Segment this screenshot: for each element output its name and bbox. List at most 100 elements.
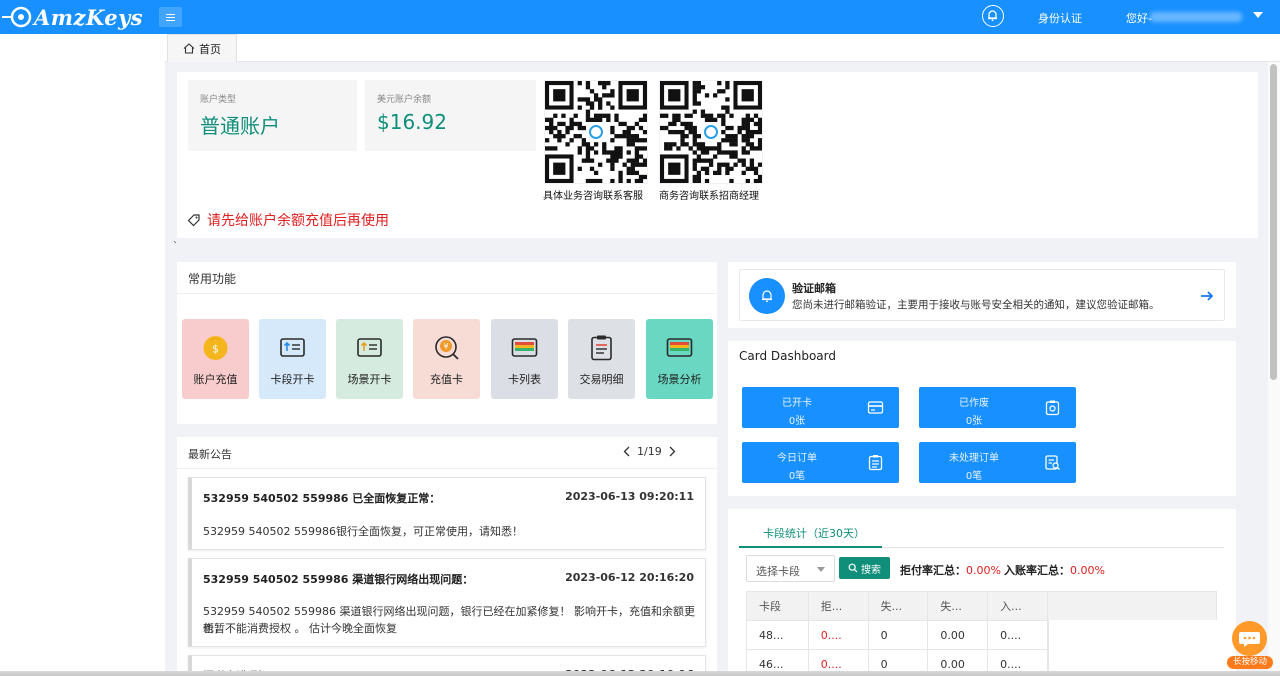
announcements-title: 最新公告 (188, 448, 232, 461)
func-scene-open-card[interactable]: 场景开卡 (336, 319, 403, 399)
refuse-rate-value: 0.00% (966, 564, 1001, 577)
card-dashboard: Card Dashboard 已开卡 0张 已作废 0张 今日订单 0笔 未处理… (728, 341, 1236, 496)
table-header-cell[interactable]: 卡段 (746, 591, 809, 621)
announcement-title: 532959 540502 559986 已全面恢复正常： (203, 492, 441, 505)
verify-email-notice[interactable]: 验证邮箱 您尚未进行邮箱验证，主要用于接收与账号安全相关的通知，建议您验证邮箱。 (739, 269, 1225, 321)
customer-service-qr-code (544, 80, 648, 184)
menu-toggle-button[interactable] (159, 7, 182, 27)
arrow-right-icon[interactable] (1199, 288, 1215, 304)
user-greeting[interactable]: 您好- (1126, 10, 1152, 26)
svg-text:¥: ¥ (443, 342, 448, 351)
announcement-date: 2023-06-13 09:20:11 (565, 490, 694, 503)
bin-stats-card: 卡段统计（近30天） 选择卡段 搜索 拒付率汇总：0.00% 入账率汇总：0.0… (728, 509, 1236, 676)
chat-drag-hint: 长按移动 (1227, 656, 1273, 669)
yuan-recharge-icon: ¥ (435, 336, 459, 360)
func-label: 场景分析 (657, 373, 702, 386)
dash-tile-value: 0笔 (788, 471, 806, 482)
func-label: 卡段开卡 (270, 373, 315, 386)
dash-tile-label: 今日订单 (777, 453, 817, 464)
card-upload-icon (357, 338, 382, 357)
home-icon (183, 43, 195, 54)
dash-tile-value: 0笔 (965, 471, 983, 482)
scrollbar-thumb[interactable] (1270, 64, 1277, 380)
verify-email-description: 您尚未进行邮箱验证，主要用于接收与账号安全相关的通知，建议您验证邮箱。 (792, 299, 1160, 311)
func-transaction-details[interactable]: 交易明细 (568, 319, 635, 399)
func-label: 交易明细 (579, 373, 624, 386)
bin-select[interactable]: 选择卡段 (746, 555, 835, 582)
func-bin-open-card[interactable]: 卡段开卡 (259, 319, 326, 399)
table-empty-area (1048, 620, 1217, 676)
dash-tile-pending-orders[interactable]: 未处理订单 0笔 (919, 442, 1076, 483)
dash-tile-void-cards[interactable]: 已作废 0张 (919, 387, 1076, 428)
clipboard-icon (591, 335, 612, 361)
func-label: 场景开卡 (347, 373, 392, 386)
table-header-cell[interactable]: 入... (987, 591, 1048, 621)
order-list-icon (868, 455, 883, 471)
logo[interactable]: AmzKeys (0, 2, 160, 32)
announcement-item[interactable]: 532959 540502 559986 渠道银行网络出现问题： 2023-06… (188, 558, 706, 647)
tag-icon (187, 214, 200, 227)
tab-home[interactable]: 首页 (167, 34, 237, 62)
notification-bell-icon[interactable] (982, 5, 1004, 27)
search-icon (848, 563, 858, 573)
chevron-right-icon[interactable] (669, 446, 676, 457)
table-row[interactable]: 48... 0.... 0 0.00 0.... (746, 620, 1048, 650)
wallet-icon (666, 338, 693, 357)
recharge-warning: 请先给账户余额充值后再使用 (187, 210, 389, 230)
search-button[interactable]: 搜索 (839, 557, 890, 579)
announcement-item[interactable]: 532959 540502 559986 已全面恢复正常： 2023-06-13… (188, 477, 706, 550)
announcement-body: 532959 540502 559986银行全面恢复，可正常使用，请知悉！ (203, 525, 523, 538)
dash-tile-label: 已开卡 (782, 398, 812, 409)
income-rate-label: 入账率汇总： (1004, 564, 1070, 577)
money-bag-icon: $ (203, 336, 228, 360)
bin-select-placeholder: 选择卡段 (756, 565, 800, 578)
verify-email-card: 验证邮箱 您尚未进行邮箱验证，主要用于接收与账号安全相关的通知，建议您验证邮箱。 (728, 262, 1236, 328)
window-bottom-edge (0, 671, 1280, 676)
table-header-cell[interactable]: 拒... (807, 591, 869, 621)
refuse-rate-label: 拒付率汇总： (900, 564, 966, 577)
income-rate-value: 0.00% (1070, 564, 1105, 577)
dash-tile-label: 未处理订单 (949, 453, 999, 464)
announcement-pager: 1/19 (623, 445, 676, 458)
income-rate-summary: 入账率汇总：0.00% (1004, 562, 1105, 578)
func-recharge-card[interactable]: ¥ 充值卡 (413, 319, 480, 399)
account-info-card: 账户类型 普通账户 美元账户余额 $16.92 具体业务咨询联系客服 商务咨询联… (177, 72, 1258, 238)
verify-email-title: 验证邮箱 (792, 282, 836, 295)
account-type-box: 账户类型 普通账户 (188, 80, 357, 151)
dash-tile-value: 0张 (965, 416, 983, 427)
table-header-cell[interactable]: 失... (927, 591, 989, 621)
tab-bin-stats[interactable]: 卡段统计（近30天） (763, 525, 865, 541)
balance-label: 美元账户余额 (377, 95, 432, 105)
dash-tile-label: 已作废 (959, 398, 989, 409)
func-scene-analysis[interactable]: 场景分析 (646, 319, 713, 399)
floating-chat-widget[interactable]: 长按移动 (1227, 619, 1273, 671)
common-functions-title: 常用功能 (188, 272, 237, 286)
email-bell-icon (749, 278, 785, 314)
balance-box: 美元账户余额 $16.92 (365, 80, 536, 151)
wallet-icon (511, 338, 538, 357)
business-manager-qr-caption: 商务咨询联系招商经理 (659, 191, 759, 202)
func-card-list[interactable]: 卡列表 (491, 319, 558, 399)
business-manager-qr-code (659, 80, 763, 184)
table-cell: 48... (746, 620, 809, 650)
table-header-cell[interactable]: 失... (867, 591, 929, 621)
identity-auth-link[interactable]: 身份认证 (1038, 10, 1082, 26)
chevron-left-icon[interactable] (623, 446, 630, 457)
search-button-label: 搜索 (861, 564, 881, 576)
card-dashboard-title: Card Dashboard (739, 349, 836, 363)
announcement-date: 2023-06-12 20:16:20 (565, 571, 694, 584)
dash-tile-opened-cards[interactable]: 已开卡 0张 (742, 387, 899, 428)
top-bar: AmzKeys 身份认证 您好- (0, 0, 1280, 34)
func-account-recharge[interactable]: $ 账户充值 (182, 319, 249, 399)
logo-mark-icon (2, 6, 32, 28)
user-name-redacted (1150, 12, 1242, 22)
stray-mark: ` (173, 241, 178, 252)
order-search-icon (1045, 455, 1060, 470)
bin-stats-table: 卡段 拒... 失... 失... 入... 48... 0.... 0 0.0… (746, 591, 1048, 676)
chat-bubble-icon (1232, 621, 1267, 656)
dash-tile-today-orders[interactable]: 今日订单 0笔 (742, 442, 899, 483)
table-cell: 0.... (987, 620, 1048, 650)
user-menu-caret-icon[interactable] (1253, 12, 1263, 18)
func-label: 卡列表 (508, 373, 541, 386)
divider (177, 293, 717, 294)
